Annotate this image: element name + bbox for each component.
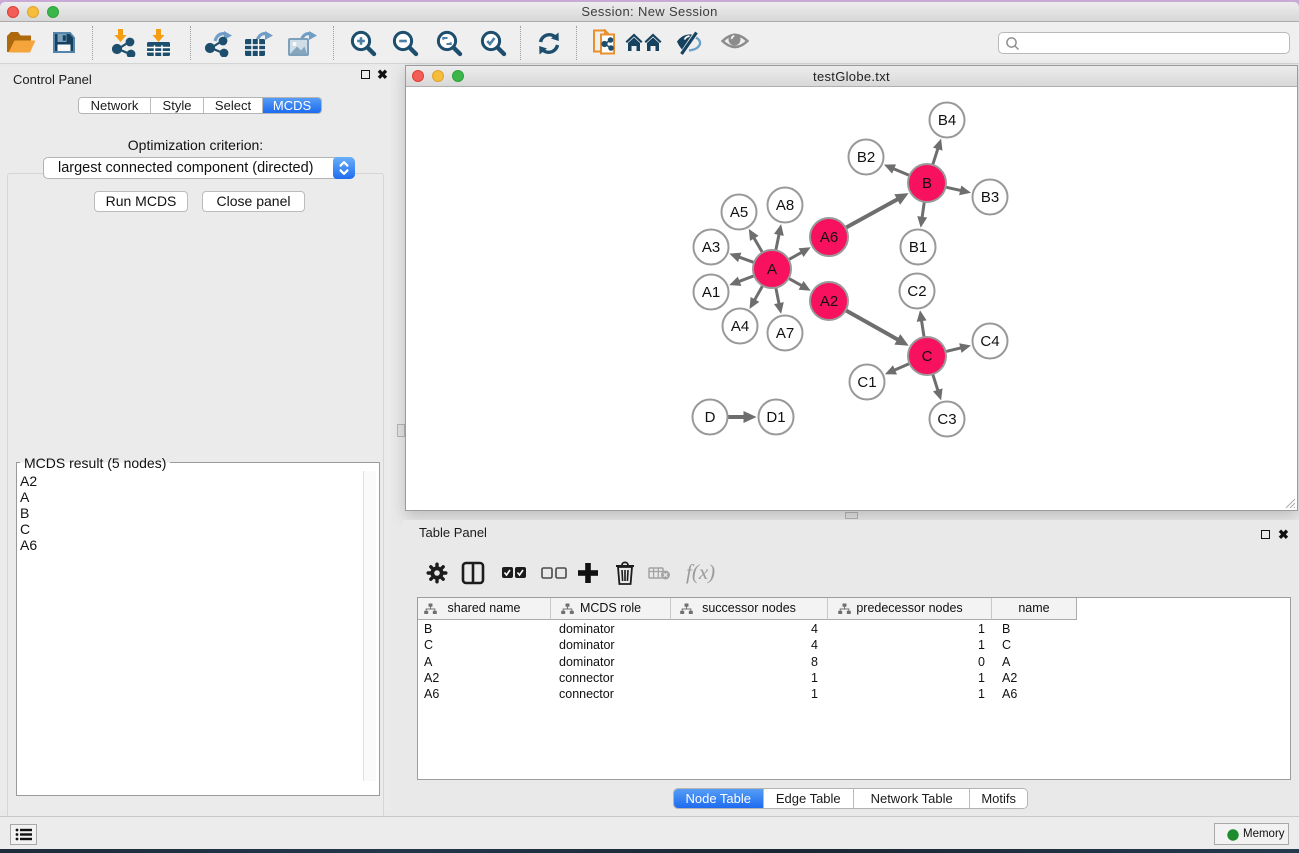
svg-text:D: D [705,409,716,426]
svg-text:C3: C3 [937,411,956,428]
svg-text:A: A [767,261,777,278]
svg-text:B3: B3 [981,189,999,206]
svg-text:C2: C2 [907,283,926,300]
svg-text:A6: A6 [820,229,838,246]
svg-text:C4: C4 [980,333,999,350]
svg-text:A2: A2 [820,293,838,310]
svg-text:B: B [922,175,932,192]
svg-text:B4: B4 [938,112,956,129]
svg-text:D1: D1 [766,409,785,426]
svg-text:A5: A5 [730,204,748,221]
svg-text:C: C [922,348,933,365]
svg-text:A8: A8 [776,197,794,214]
svg-text:B1: B1 [909,239,927,256]
svg-text:A1: A1 [702,284,720,301]
svg-text:C1: C1 [857,374,876,391]
svg-text:A7: A7 [776,325,794,342]
svg-text:A4: A4 [731,318,749,335]
svg-text:A3: A3 [702,239,720,256]
svg-text:B2: B2 [857,149,875,166]
